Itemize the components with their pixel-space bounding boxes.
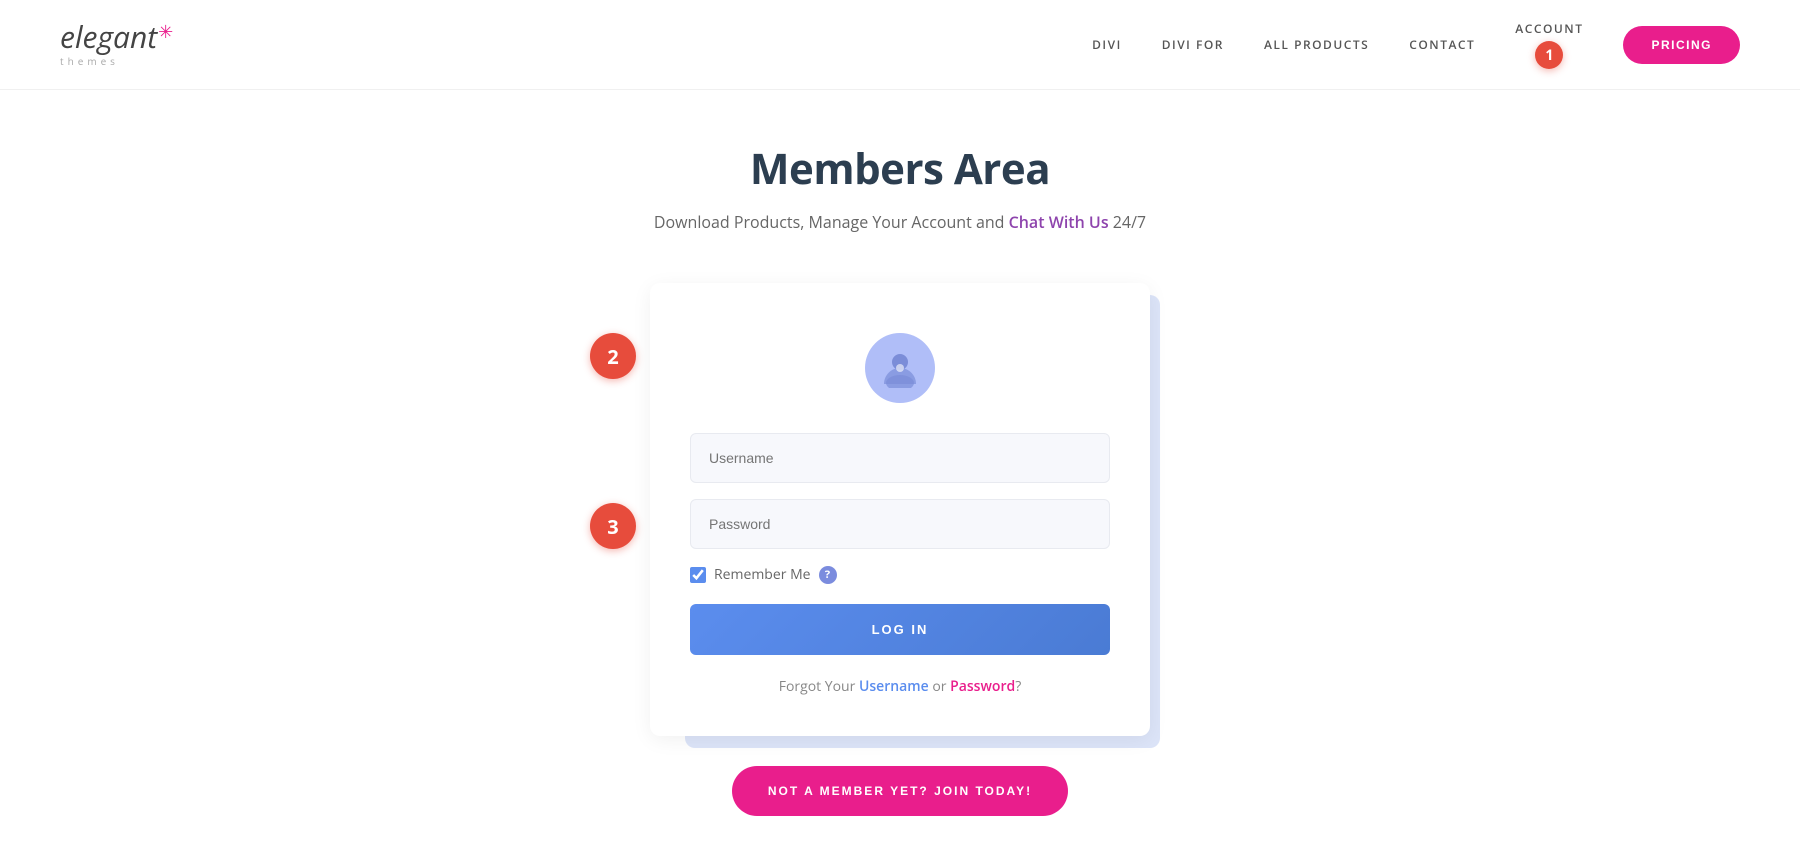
- username-group: [690, 433, 1110, 483]
- forgot-password-link[interactable]: Password: [950, 677, 1015, 696]
- password-input[interactable]: [690, 499, 1110, 549]
- remember-me-checkbox[interactable]: [690, 567, 706, 583]
- site-logo[interactable]: elegant✳ themes: [60, 22, 173, 68]
- help-icon[interactable]: ?: [819, 566, 837, 584]
- forgot-or: or: [929, 677, 950, 696]
- logo-elegant: elegant: [60, 22, 157, 52]
- page-title: Members Area: [750, 140, 1050, 197]
- join-button[interactable]: NOT A MEMBER YET? JOIN TODAY!: [732, 766, 1068, 816]
- password-group: [690, 499, 1110, 549]
- main-content: Members Area Download Products, Manage Y…: [0, 90, 1800, 856]
- nav-divi[interactable]: DIVI: [1092, 36, 1122, 53]
- login-card-container: Remember Me ? LOG IN Forgot Your Usernam…: [650, 283, 1150, 736]
- avatar-icon: [865, 333, 935, 403]
- login-card-wrapper: 2 3: [650, 283, 1150, 736]
- login-button[interactable]: LOG IN: [690, 604, 1110, 655]
- username-input[interactable]: [690, 433, 1110, 483]
- nav-divi-for[interactable]: DIVI FOR: [1162, 36, 1224, 53]
- subtitle-text: Download Products, Manage Your Account a…: [654, 211, 1009, 233]
- user-svg-icon: [880, 348, 920, 388]
- user-avatar-area: [690, 333, 1110, 403]
- chat-link[interactable]: Chat With Us: [1009, 211, 1109, 233]
- annotation-3: 3: [590, 503, 636, 549]
- annotation-2: 2: [590, 333, 636, 379]
- remember-me-row: Remember Me ?: [690, 565, 1110, 584]
- nav-account-wrapper: ACCOUNT 1: [1515, 20, 1583, 69]
- logo-themes: themes: [60, 54, 119, 68]
- nav-account[interactable]: ACCOUNT: [1515, 20, 1583, 37]
- nav-contact[interactable]: CONTACT: [1409, 36, 1475, 53]
- account-notification-badge: 1: [1535, 41, 1563, 69]
- forgot-username-link[interactable]: Username: [859, 677, 929, 696]
- forgot-row: Forgot Your Username or Password?: [690, 677, 1110, 696]
- pricing-button[interactable]: PRICING: [1623, 26, 1740, 64]
- logo-star: ✳: [158, 20, 173, 44]
- subtitle-suffix: 24/7: [1109, 211, 1146, 233]
- site-header: elegant✳ themes DIVI DIVI FOR ALL PRODUC…: [0, 0, 1800, 90]
- login-card: Remember Me ? LOG IN Forgot Your Usernam…: [650, 283, 1150, 736]
- forgot-suffix: ?: [1015, 677, 1021, 696]
- main-nav: DIVI DIVI FOR ALL PRODUCTS CONTACT ACCOU…: [1092, 20, 1740, 69]
- page-subtitle: Download Products, Manage Your Account a…: [654, 211, 1146, 233]
- join-section: NOT A MEMBER YET? JOIN TODAY!: [732, 766, 1068, 816]
- remember-me-label: Remember Me: [714, 565, 811, 584]
- nav-all-products[interactable]: ALL PRODUCTS: [1264, 36, 1369, 53]
- forgot-text: Forgot Your: [779, 677, 859, 696]
